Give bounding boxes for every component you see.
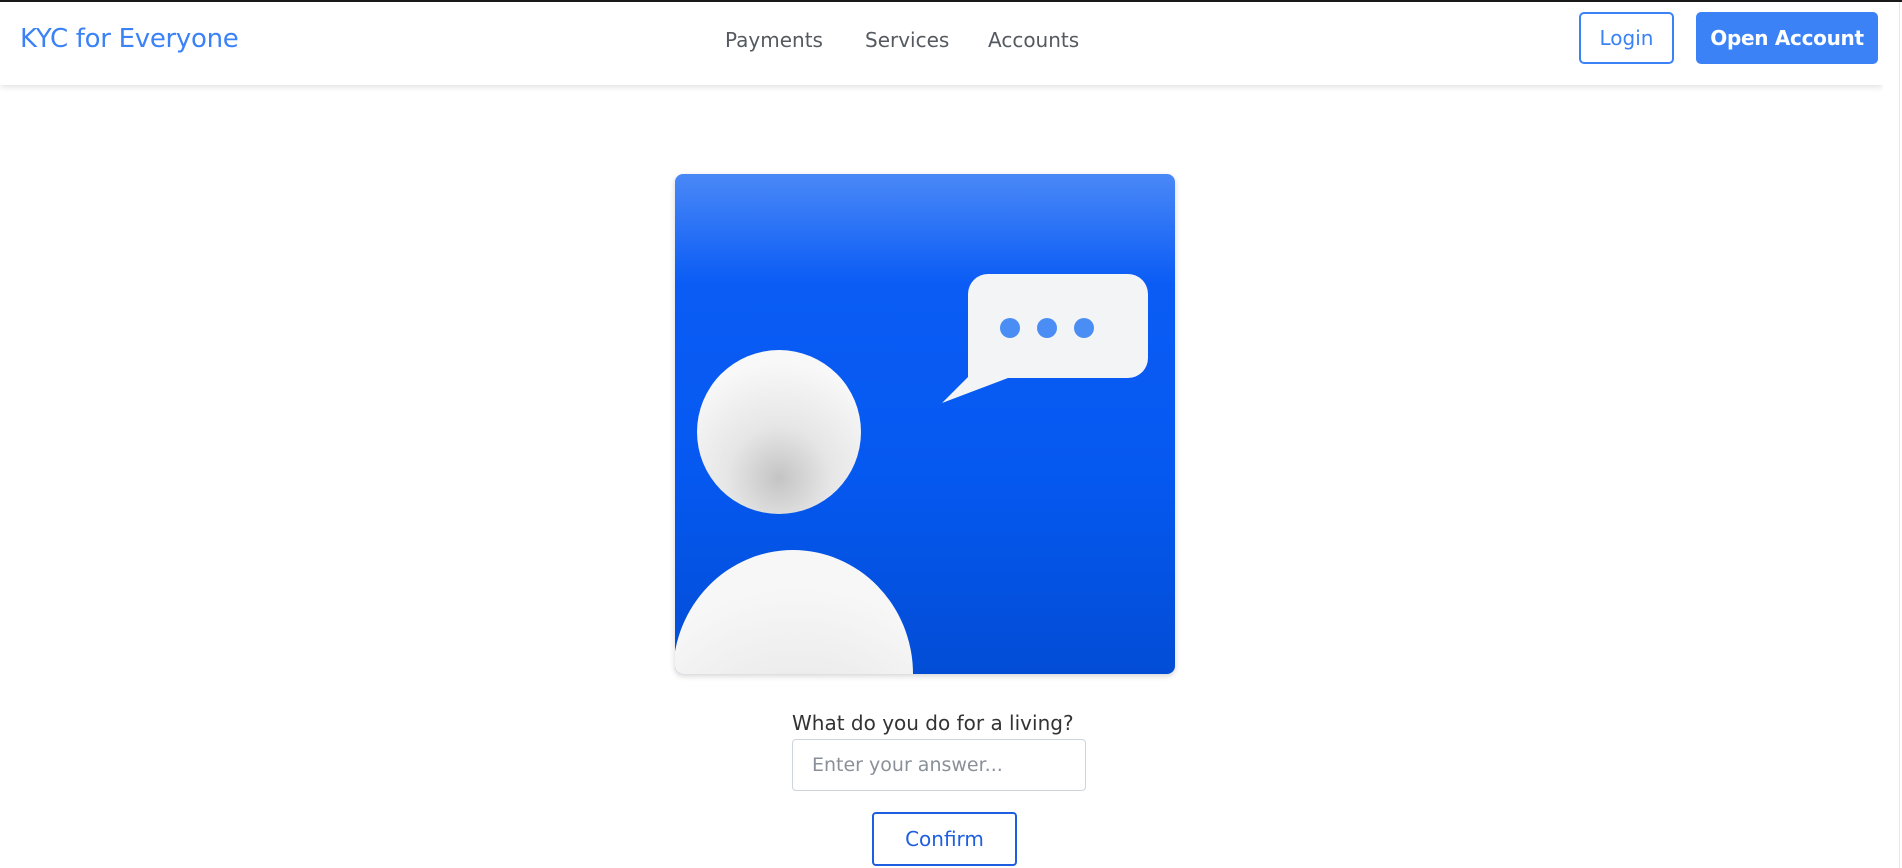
bubble-dot bbox=[1000, 318, 1020, 338]
user-body-shape bbox=[675, 550, 913, 674]
nav-link-payments[interactable]: Payments bbox=[725, 28, 823, 52]
brand-logo-text[interactable]: KYC for Everyone bbox=[20, 24, 239, 54]
user-chat-icon bbox=[675, 274, 1148, 674]
open-account-button[interactable]: Open Account bbox=[1696, 12, 1878, 64]
top-navbar: KYC for Everyone Payments Services Accou… bbox=[0, 2, 1883, 85]
nav-link-services[interactable]: Services bbox=[865, 28, 949, 52]
nav-link-accounts[interactable]: Accounts bbox=[988, 28, 1079, 52]
user-head-shape bbox=[697, 350, 861, 514]
confirm-button[interactable]: Confirm bbox=[872, 812, 1017, 866]
user-chat-illustration bbox=[675, 174, 1175, 674]
login-button[interactable]: Login bbox=[1579, 12, 1674, 64]
answer-input[interactable] bbox=[792, 739, 1086, 791]
bubble-dot bbox=[1037, 318, 1057, 338]
question-label: What do you do for a living? bbox=[792, 711, 1074, 735]
bubble-dot bbox=[1074, 318, 1094, 338]
speech-bubble-shape bbox=[942, 274, 1148, 403]
scrollbar-divider bbox=[1899, 2, 1900, 868]
